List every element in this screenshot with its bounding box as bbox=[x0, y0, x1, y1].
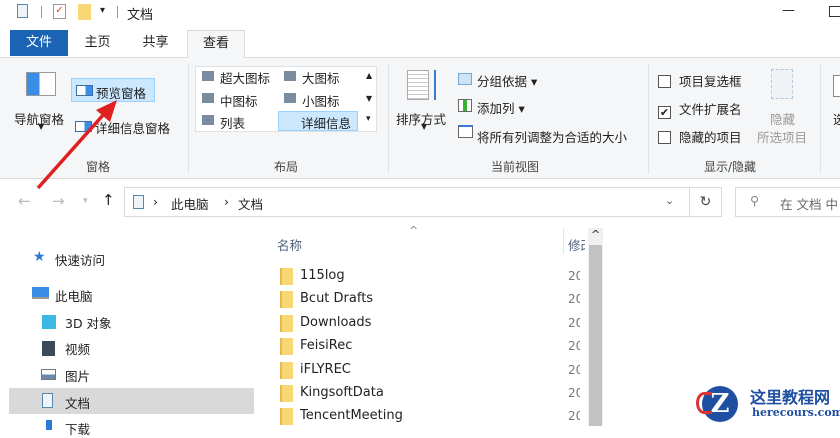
annotation-arrow bbox=[36, 100, 117, 190]
tab-view[interactable]: 查看 bbox=[187, 30, 245, 58]
watermark-logo: Z bbox=[696, 382, 746, 424]
watermark-url: herecours.com bbox=[752, 406, 840, 419]
watermark-title: 这里教程网 bbox=[750, 388, 831, 407]
